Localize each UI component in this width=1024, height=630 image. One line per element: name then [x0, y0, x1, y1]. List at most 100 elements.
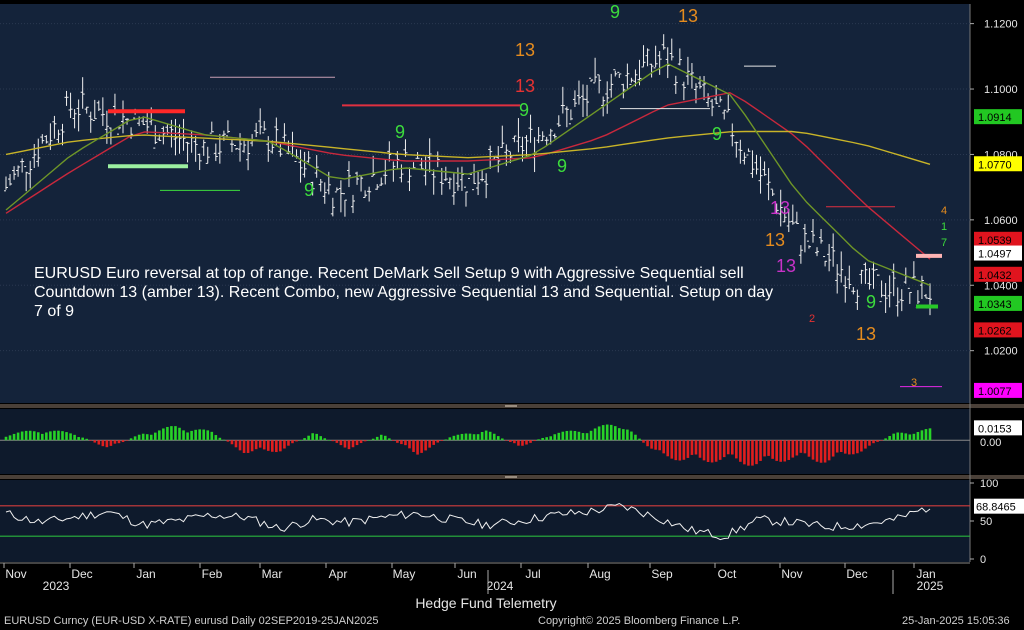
- oscillator-bar: [581, 433, 585, 441]
- x-axis-month-label: Dec: [71, 567, 92, 581]
- oscillator-bar: [125, 440, 129, 441]
- oscillator-bar: [287, 440, 290, 446]
- oscillator-bar: [436, 440, 440, 443]
- rsi-value-tag-text: 68.8465: [976, 502, 1016, 514]
- footer-copyright: Copyright© 2025 Bloomberg Finance L.P.: [538, 615, 741, 627]
- oscillator-bar: [613, 426, 617, 441]
- footer-security-info: EURUSD Curncy (EUR-USD X-RATE) eurusd Da…: [4, 615, 379, 627]
- oscillator-bar: [448, 437, 452, 441]
- oscillator-bar: [860, 440, 863, 452]
- oscillator-bar: [262, 440, 266, 450]
- demark-count-mark: 1: [941, 221, 947, 233]
- oscillator-bar: [371, 438, 375, 441]
- oscillator-bar: [864, 440, 867, 449]
- oscillator-bar: [605, 424, 609, 441]
- oscillator-bar: [117, 440, 121, 444]
- oscillator-bar: [145, 434, 149, 441]
- oscillator-bar: [77, 437, 80, 441]
- oscillator-bar: [254, 440, 258, 450]
- oscillator-bar: [496, 436, 500, 441]
- demark-count-mark: 13: [856, 324, 876, 344]
- oscillator-bar: [517, 440, 520, 446]
- oscillator-bar: [275, 440, 278, 453]
- demark-count-mark: 4: [941, 205, 947, 217]
- oscillator-bar: [876, 440, 879, 442]
- demark-count-mark: 9: [557, 156, 567, 176]
- oscillator-bar: [537, 439, 540, 441]
- oscillator-bar: [339, 440, 343, 446]
- oscillator-bar: [315, 433, 318, 441]
- oscillator-bar: [513, 440, 516, 444]
- oscillator-bar: [129, 438, 133, 441]
- oscillator-bar: [266, 440, 270, 451]
- oscillator-bar: [480, 431, 484, 441]
- oscillator-bar: [222, 439, 226, 441]
- footer-bar: EURUSD Curncy (EUR-USD X-RATE) eurusd Da…: [0, 612, 1024, 630]
- oscillator-bar: [16, 432, 20, 441]
- oscillator-bar: [202, 429, 206, 441]
- x-axis-year-label: 2023: [43, 579, 70, 593]
- rsi-tick-label: 100: [980, 478, 998, 490]
- oscillator-bar: [299, 440, 302, 441]
- oscillator-bar: [488, 431, 492, 441]
- oscillator-bar: [533, 440, 536, 442]
- oscillator-bar: [396, 440, 399, 443]
- x-axis-month-label: Jan: [136, 567, 155, 581]
- oscillator-bar: [823, 440, 827, 463]
- oscillator-bar: [162, 428, 165, 441]
- oscillator-bar: [226, 440, 230, 442]
- oscillator-bar: [730, 440, 734, 455]
- oscillator-bar: [258, 440, 262, 448]
- oscillator-bar: [182, 430, 185, 441]
- oscillator-bar: [630, 431, 633, 441]
- x-axis-month-label: Oct: [718, 567, 737, 581]
- x-axis-month-label: Dec: [846, 567, 867, 581]
- oscillator-bar: [375, 436, 379, 441]
- demark-count-mark: 13: [515, 40, 535, 60]
- oscillator-bar: [432, 440, 436, 445]
- oscillator-bar: [4, 436, 8, 441]
- oscillator-bar: [646, 440, 649, 447]
- oscillator-bar: [811, 440, 815, 460]
- oscillator-bar: [351, 440, 355, 448]
- oscillator-bar: [597, 426, 601, 441]
- oscillator-bar: [920, 430, 924, 441]
- oscillator-bar: [726, 440, 730, 455]
- oscillator-bar: [682, 440, 686, 460]
- oscillator-bar: [694, 440, 698, 455]
- x-axis-year-label: 2024: [487, 579, 514, 593]
- rsi-tick-label: 0: [980, 554, 986, 566]
- oscillator-bar: [416, 440, 419, 455]
- oscillator-bar: [706, 440, 710, 463]
- oscillator-bar: [666, 440, 670, 457]
- oscillator-bar: [279, 440, 282, 452]
- oscillator-bar: [718, 440, 722, 460]
- oscillator-bar: [609, 424, 613, 441]
- oscillator-bar: [852, 440, 855, 455]
- price-value-tag-text: 1.0432: [978, 270, 1012, 282]
- oscillator-bar: [460, 433, 464, 441]
- panel-resize-handle: [505, 405, 517, 407]
- oscillator-bar: [747, 440, 750, 466]
- oscillator-bar: [928, 428, 932, 441]
- oscillator-bar: [654, 440, 657, 450]
- oscillator-bar: [420, 440, 423, 453]
- x-axis-month-label: Aug: [589, 567, 610, 581]
- price-panel-bg: [0, 4, 970, 403]
- oscillator-bar: [133, 436, 137, 441]
- oscillator-bar: [650, 440, 653, 449]
- oscillator-bar: [359, 440, 363, 444]
- x-axis-month-label: Sep: [651, 567, 673, 581]
- oscillator-bar: [8, 435, 12, 441]
- x-axis-month-label: Jul: [525, 567, 540, 581]
- oscillator-bar: [739, 440, 742, 462]
- demark-count-mark: 13: [515, 76, 535, 96]
- oscillator-bar: [686, 440, 690, 458]
- chart-stage: 1.0200 1.0400 1.0600 1.0800 1.1000 1.1200 9 13 1…: [0, 0, 1024, 630]
- oscillator-bar: [343, 440, 347, 448]
- oscillator-bar: [109, 440, 113, 446]
- oscillator-bar: [678, 440, 682, 461]
- oscillator-bar: [835, 440, 839, 453]
- oscillator-bar: [839, 440, 843, 452]
- oscillator-bar: [904, 433, 908, 441]
